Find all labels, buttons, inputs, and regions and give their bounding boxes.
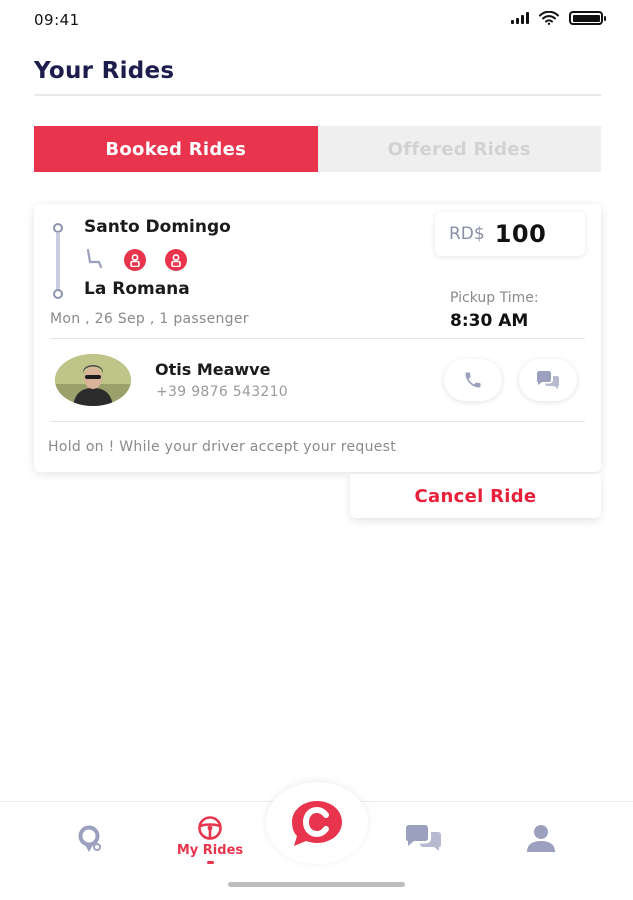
route-line-icon — [52, 223, 64, 299]
driver-avatar[interactable] — [55, 354, 131, 406]
user-icon — [527, 825, 555, 852]
card-divider — [50, 338, 585, 339]
map-pin-icon — [78, 825, 101, 852]
origin-city: Santo Domingo — [84, 217, 231, 237]
battery-icon — [569, 11, 606, 25]
title-divider — [34, 94, 601, 96]
seat-icon — [86, 248, 103, 269]
destination-city: La Romana — [84, 279, 190, 299]
status-bar: 09:41 — [0, 0, 633, 40]
ride-status-message: Hold on ! While your driver accept your … — [48, 439, 397, 455]
person-icon — [130, 253, 140, 267]
nav-item-my-rides[interactable]: My Rides — [165, 815, 255, 864]
phone-icon — [465, 372, 481, 388]
tab-booked-rides[interactable]: Booked Rides — [34, 126, 318, 172]
ride-card[interactable]: Santo Domingo La Romana Mon , 26 Sep , 1… — [34, 204, 601, 472]
home-logo-button[interactable] — [266, 782, 368, 864]
wifi-icon — [539, 11, 559, 25]
status-time: 09:41 — [34, 11, 80, 29]
page-title: Your Rides — [34, 58, 175, 84]
price-currency: RD$ — [449, 224, 485, 244]
active-indicator — [206, 861, 214, 864]
tab-offered-rides[interactable]: Offered Rides — [318, 126, 602, 172]
nav-item-profile[interactable] — [526, 824, 556, 852]
chat-bubbles-icon — [406, 825, 441, 851]
card-divider — [50, 421, 585, 422]
logo-c-icon — [292, 801, 342, 846]
call-driver-button[interactable] — [444, 359, 502, 401]
seat-booked-badge — [124, 249, 146, 271]
driver-name: Otis Meawve — [155, 360, 271, 379]
status-icons — [511, 11, 606, 25]
price-box: RD$ 100 — [435, 212, 585, 256]
message-driver-button[interactable] — [519, 359, 577, 401]
nav-item-map[interactable] — [76, 824, 104, 854]
chat-icon — [537, 371, 559, 389]
person-icon — [171, 253, 181, 267]
nav-label-my-rides: My Rides — [176, 843, 244, 858]
nav-item-messages[interactable] — [404, 824, 444, 852]
pickup-time-label: Pickup Time: — [450, 290, 539, 306]
steering-wheel-icon — [198, 816, 222, 840]
cancel-ride-button[interactable]: Cancel Ride — [350, 474, 601, 518]
pickup-time-value: 8:30 AM — [450, 311, 529, 331]
driver-phone: +39 9876 543210 — [156, 384, 289, 400]
ride-tabs: Booked Rides Offered Rides — [34, 126, 601, 172]
signal-icon — [511, 12, 529, 24]
home-indicator[interactable] — [228, 882, 405, 887]
seat-booked-badge — [165, 249, 187, 271]
price-amount: 100 — [494, 220, 547, 248]
ride-date-passengers: Mon , 26 Sep , 1 passenger — [50, 311, 249, 327]
